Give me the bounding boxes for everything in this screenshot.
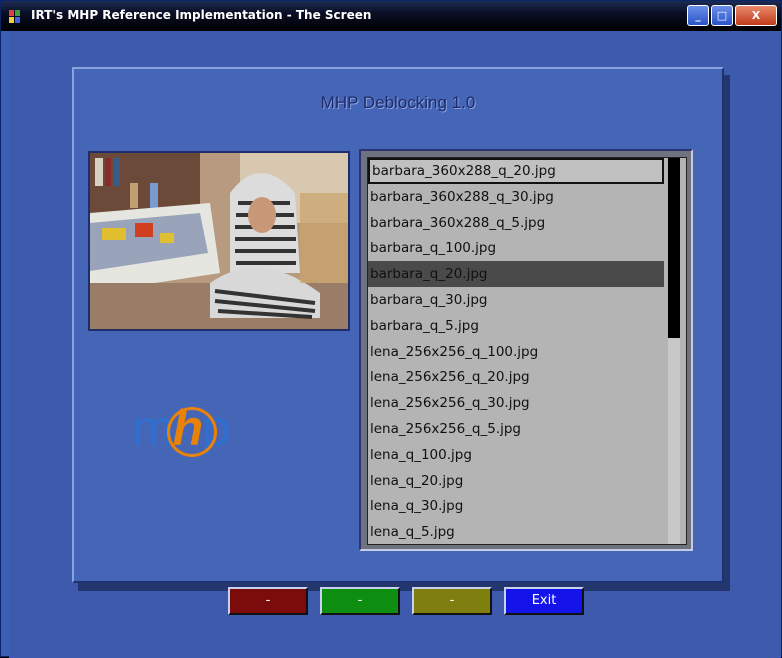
app-title: MHP Deblocking 1.0 — [320, 93, 476, 112]
list-item[interactable]: barbara_q_20.jpg — [368, 261, 664, 288]
window-title: IRT's MHP Reference Implementation - The… — [31, 8, 372, 22]
list-item[interactable]: lena_256x256_q_20.jpg — [368, 364, 664, 390]
maximize-button[interactable]: □ — [711, 5, 733, 26]
title-bar[interactable]: IRT's MHP Reference Implementation - The… — [1, 1, 781, 31]
green-button[interactable]: - — [320, 587, 400, 615]
preview-image-graphic — [90, 153, 348, 329]
list-item[interactable]: barbara_q_30.jpg — [368, 287, 664, 313]
list-item[interactable]: lena_q_100.jpg — [368, 442, 664, 468]
app-icon — [9, 10, 20, 23]
list-item[interactable]: lena_256x256_q_30.jpg — [368, 390, 664, 416]
preview-image — [88, 151, 350, 331]
list-item[interactable]: lena_256x256_q_100.jpg — [368, 339, 664, 365]
red-button[interactable]: - — [228, 587, 308, 615]
yellow-button[interactable]: - — [412, 587, 492, 615]
list-item[interactable]: lena_q_30.jpg — [368, 493, 664, 519]
list-item[interactable]: barbara_q_100.jpg — [368, 235, 664, 261]
minimize-button[interactable]: _ — [687, 5, 709, 26]
list-item[interactable]: lena_q_5.jpg — [368, 519, 664, 544]
mhp-logo: m hp — [132, 400, 230, 457]
scrollbar-thumb[interactable] — [668, 158, 680, 338]
list-item[interactable]: barbara_360x288_q_5.jpg — [368, 210, 664, 236]
main-panel: MHP Deblocking 1.0 m hp barbara_360x288_… — [72, 67, 724, 583]
close-button[interactable]: X — [735, 5, 777, 26]
file-list[interactable]: barbara_360x288_q_20.jpg barbara_360x288_… — [367, 157, 687, 545]
file-listbox[interactable]: barbara_360x288_q_20.jpg barbara_360x288_… — [359, 149, 693, 551]
list-item[interactable]: barbara_q_5.jpg — [368, 313, 664, 339]
list-item[interactable]: barbara_360x288_q_20.jpg — [368, 158, 664, 184]
list-item[interactable]: barbara_360x288_q_30.jpg — [368, 184, 664, 210]
screen-area: MHP Deblocking 1.0 m hp barbara_360x288_… — [9, 31, 781, 658]
app-window: IRT's MHP Reference Implementation - The… — [0, 0, 782, 658]
list-item[interactable]: lena_256x256_q_5.jpg — [368, 416, 664, 442]
list-item[interactable]: lena_q_20.jpg — [368, 468, 664, 494]
exit-button[interactable]: Exit — [504, 587, 584, 615]
